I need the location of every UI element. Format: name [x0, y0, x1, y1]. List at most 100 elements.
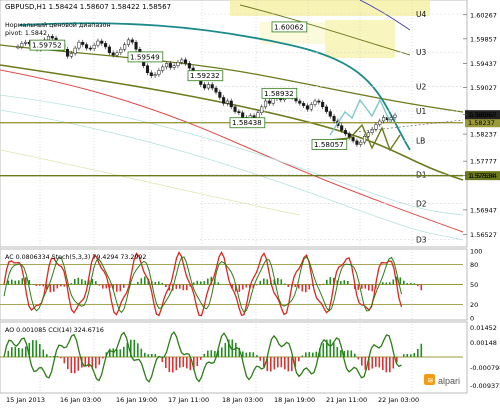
- ac-bar: [74, 279, 76, 285]
- y-tick-label: 1.59857: [470, 35, 497, 43]
- candle-body: [153, 74, 157, 76]
- candle-body: [210, 84, 214, 89]
- ac-bar: [119, 284, 122, 292]
- chart-svg: U4U3U2U1LBD1D2D31.582371.57534 1.600621.…: [0, 0, 500, 404]
- ac-bar: [294, 284, 297, 287]
- x-tick-label: 21 Jan 11:00: [326, 396, 367, 404]
- ac-bar: [364, 284, 367, 289]
- ao-bar: [144, 352, 146, 357]
- candle-body: [107, 46, 111, 54]
- ac-bar: [35, 284, 38, 287]
- ao-bar: [256, 355, 258, 357]
- candle-body: [24, 41, 28, 44]
- ao-bar: [203, 353, 206, 357]
- candle-body: [241, 112, 245, 118]
- level-label: U3: [416, 48, 426, 57]
- level-label: U4: [416, 10, 426, 19]
- candle-body: [84, 44, 89, 49]
- ac-bar: [287, 284, 290, 287]
- ao-bar: [305, 352, 307, 357]
- candle-body: [180, 59, 184, 63]
- ac-bar: [406, 283, 409, 285]
- x-tick-label: 22 Jan 03:00: [378, 396, 419, 404]
- candle-body: [237, 111, 241, 113]
- ao-bar: [340, 350, 342, 357]
- ao-bar: [63, 357, 66, 364]
- ac-bar: [98, 284, 101, 286]
- ao-bar: [375, 357, 377, 367]
- price-tag-label: 1.58438: [232, 118, 262, 127]
- ac-bar: [371, 284, 374, 292]
- ac-bar: [319, 284, 321, 286]
- ao-bar: [273, 357, 276, 370]
- y-tick-label: 1.56527: [470, 231, 497, 239]
- ac-bar: [158, 281, 160, 285]
- ao-bar: [291, 357, 293, 372]
- ac-bar: [361, 284, 363, 289]
- y-tick-label: 1.58237: [470, 131, 497, 139]
- candle-body: [145, 65, 150, 74]
- y-tick-label: 1.59437: [470, 60, 497, 68]
- ao-bar: [403, 354, 405, 357]
- candle-body: [50, 36, 54, 39]
- cci-legend: AO 0.001085 CCI(14) 324.6716: [5, 327, 104, 334]
- candle-body: [168, 63, 172, 68]
- ao-bar: [84, 357, 87, 367]
- ac-bar: [389, 282, 391, 285]
- ao-bar: [74, 357, 76, 374]
- stoch-tick-label: 100: [470, 248, 482, 256]
- price-tag-label: 1.59752: [32, 41, 62, 50]
- brand-logo: ≋ alpari: [424, 374, 460, 386]
- stoch-tick-label: 20: [470, 301, 478, 309]
- candle-body: [222, 97, 226, 104]
- ac-bar: [357, 284, 360, 290]
- ao-bar: [287, 357, 290, 372]
- ao-bar: [210, 350, 213, 357]
- x-tick-label: 16 Jan 03:00: [60, 396, 101, 404]
- candle-body: [134, 41, 138, 50]
- ao-bar: [333, 342, 335, 357]
- symbol-title: GBPUSD,H1 1.58424 1.58607 1.58422 1.5856…: [5, 3, 171, 11]
- ac-bar: [298, 284, 300, 289]
- ao-bar: [350, 350, 353, 357]
- ao-bar: [410, 354, 412, 357]
- ac-bar: [95, 281, 97, 285]
- ao-bar: [182, 357, 185, 367]
- ao-bar: [221, 347, 223, 357]
- price-tag-label: 1.59549: [130, 52, 160, 61]
- ao-bar: [168, 357, 171, 373]
- candle-body: [149, 72, 153, 76]
- candle-body: [206, 84, 210, 89]
- ac-bar: [368, 284, 370, 291]
- candle-body: [374, 124, 378, 130]
- candle-body: [370, 128, 374, 133]
- ao-bar: [298, 357, 300, 362]
- candle-body: [73, 47, 77, 54]
- ac-bar: [11, 279, 13, 285]
- ac-bar: [186, 284, 188, 291]
- ac-bar: [175, 284, 178, 289]
- ao-bar: [361, 357, 363, 366]
- ac-bar: [14, 280, 17, 285]
- candle-body: [382, 117, 386, 122]
- brand-name: alpari: [438, 376, 460, 386]
- ac-bar: [70, 283, 73, 285]
- ac-bar: [84, 280, 87, 285]
- ao-bar: [308, 352, 311, 357]
- candle-body: [119, 49, 123, 54]
- ac-bar: [165, 284, 167, 288]
- ac-bar: [238, 284, 241, 292]
- candle-body: [271, 98, 275, 104]
- candle-body: [123, 44, 127, 50]
- candle-body: [46, 36, 51, 41]
- ao-bar: [119, 349, 122, 357]
- ac-bar: [207, 278, 209, 285]
- ac-bar: [343, 280, 346, 285]
- ao-bar: [284, 357, 286, 370]
- candle-body: [88, 47, 92, 50]
- candle-body: [229, 100, 233, 108]
- candle-body: [324, 106, 329, 112]
- ao-bar: [336, 347, 339, 357]
- candle-body: [161, 66, 165, 71]
- candle-body: [321, 101, 325, 108]
